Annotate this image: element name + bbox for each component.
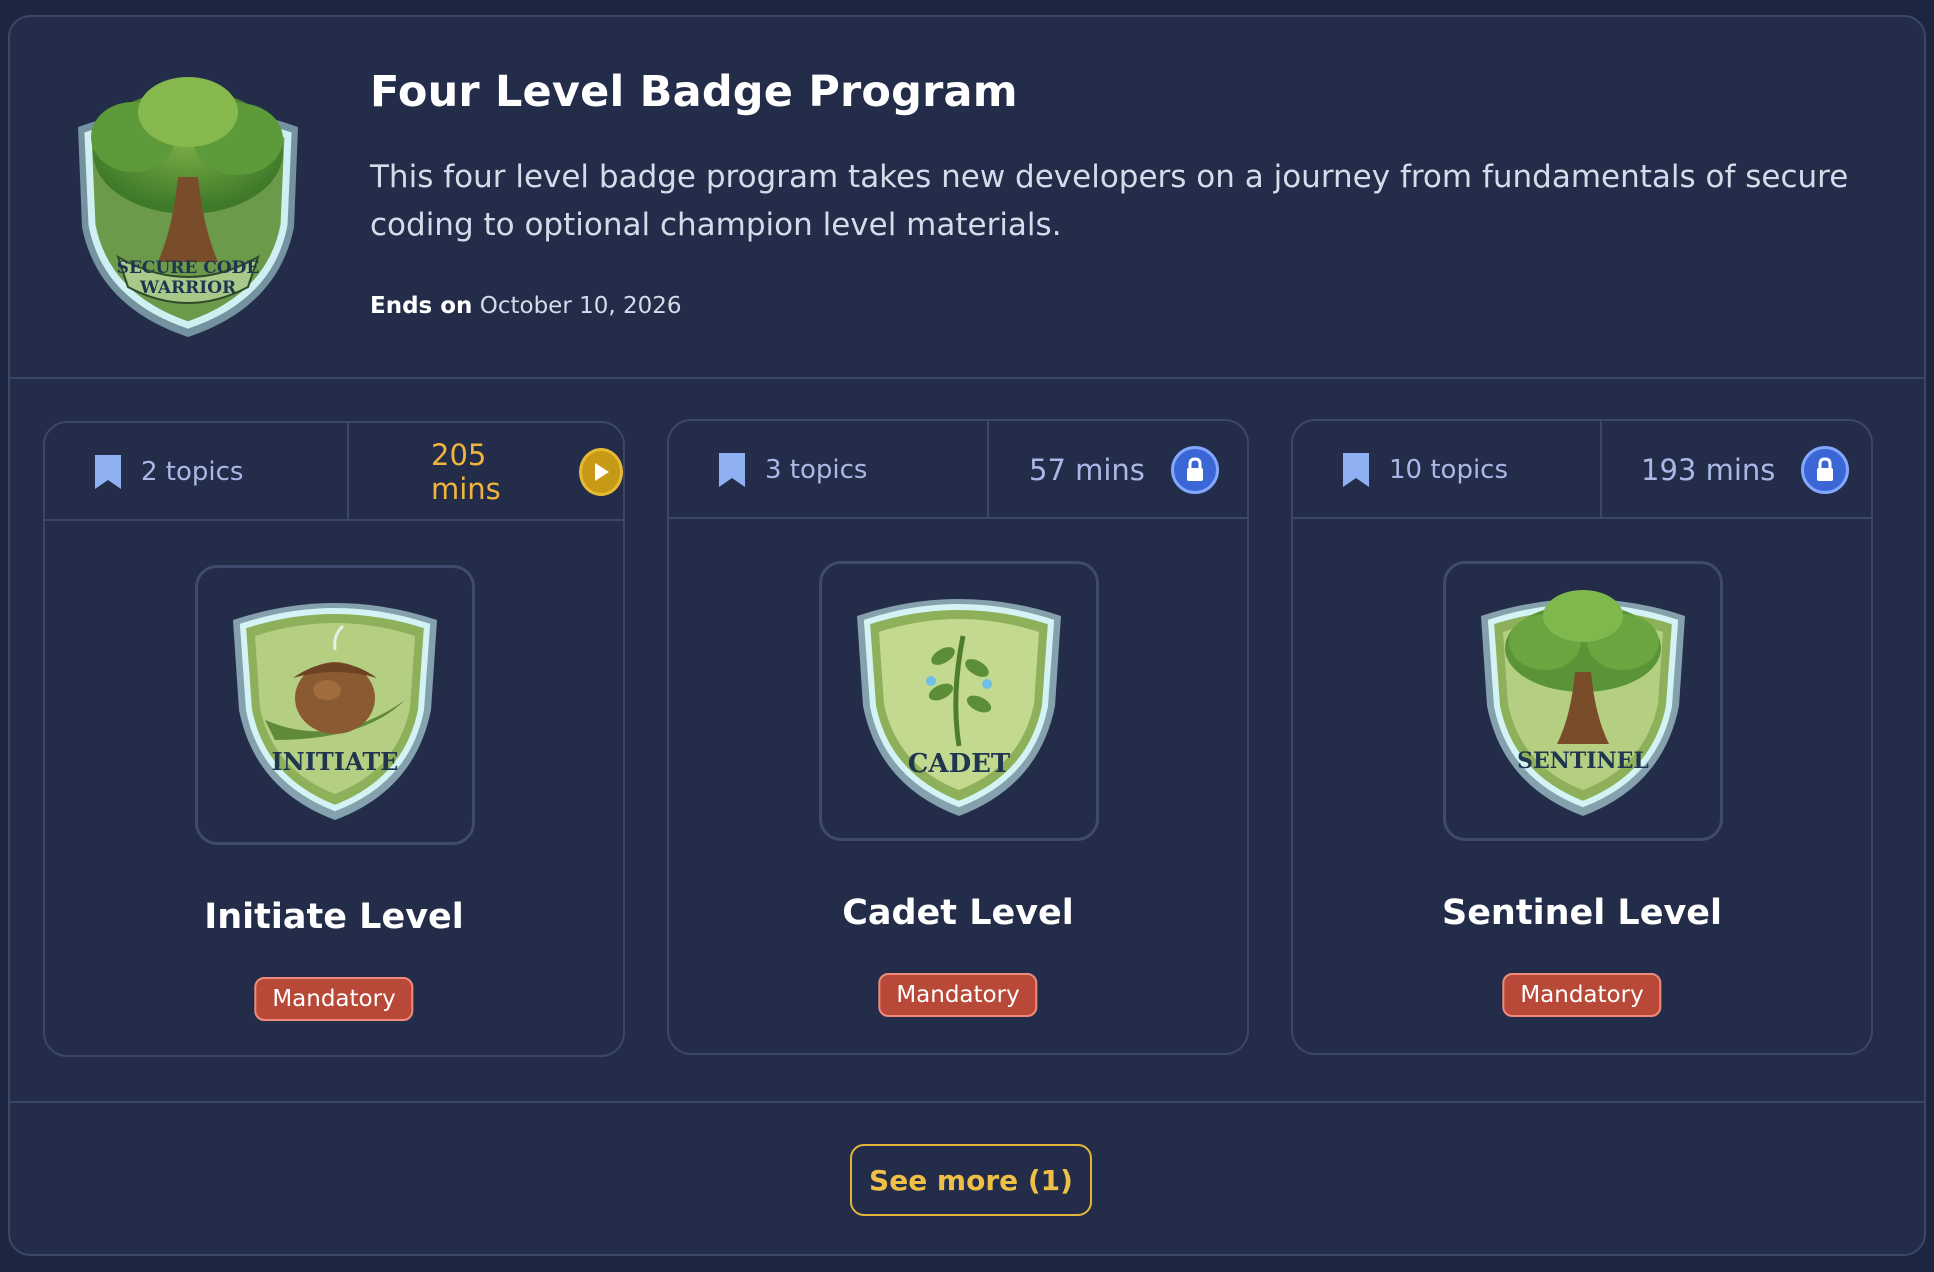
footer-divider [10, 1101, 1924, 1103]
ends-label: Ends on [370, 293, 473, 319]
level-badge-frame: INITIATE [195, 565, 475, 845]
lock-icon [1170, 446, 1219, 494]
level-card-initiate[interactable]: 2 topics 205 mins INITIATE Initiate Leve… [43, 421, 625, 1057]
bookmark-icon [1343, 453, 1369, 487]
topics-count: 10 topics [1341, 421, 1508, 519]
level-name: Cadet Level [842, 893, 1074, 933]
bookmark-icon [719, 453, 745, 487]
topics-count: 3 topics [717, 421, 867, 519]
program-panel: SECURE CODE WARRIOR Four Level Badge Pro… [8, 15, 1926, 1256]
card-header: 10 topics 193 mins [1293, 421, 1871, 519]
duration: 57 mins [1029, 421, 1219, 519]
program-badge-image: SECURE CODE WARRIOR [78, 77, 298, 337]
program-title: Four Level Badge Program [370, 67, 1018, 117]
level-name: Initiate Level [204, 897, 464, 937]
card-header: 3 topics 57 mins [669, 421, 1247, 519]
sentinel-badge-image: SENTINEL [1481, 590, 1685, 816]
level-badge-frame: SENTINEL [1443, 561, 1723, 841]
svg-text:INITIATE: INITIATE [272, 747, 399, 776]
initiate-badge-image: INITIATE [233, 603, 437, 820]
bookmark-icon [95, 455, 121, 489]
svg-text:WARRIOR: WARRIOR [139, 278, 237, 298]
duration: 205 mins [431, 423, 623, 521]
mandatory-tag: Mandatory [1502, 973, 1662, 1017]
svg-text:CADET: CADET [908, 749, 1011, 779]
lock-icon [1801, 446, 1850, 494]
mandatory-tag: Mandatory [878, 973, 1038, 1017]
svg-text:SECURE CODE: SECURE CODE [117, 258, 260, 278]
duration: 193 mins [1641, 421, 1850, 519]
level-card-cadet[interactable]: 3 topics 57 mins CADET Cadet Level Manda… [667, 419, 1249, 1055]
program-header: SECURE CODE WARRIOR Four Level Badge Pro… [10, 17, 1924, 379]
level-card-sentinel[interactable]: 10 topics 193 mins SENTINEL Sentinel Lev… [1291, 419, 1873, 1055]
program-description: This four level badge program takes new … [370, 159, 1849, 243]
cadet-badge-image: CADET [857, 599, 1061, 816]
program-end-date: Ends on October 10, 2026 [370, 293, 682, 319]
mandatory-tag: Mandatory [254, 977, 414, 1021]
see-more-button[interactable]: See more (1) [850, 1144, 1092, 1216]
level-name: Sentinel Level [1441, 893, 1723, 933]
topics-count: 2 topics [93, 423, 243, 521]
card-header: 2 topics 205 mins [45, 423, 623, 521]
level-badge-frame: CADET [819, 561, 1099, 841]
ends-date: October 10, 2026 [479, 293, 682, 319]
play-icon[interactable] [578, 448, 623, 496]
svg-text:SENTINEL: SENTINEL [1517, 748, 1649, 774]
